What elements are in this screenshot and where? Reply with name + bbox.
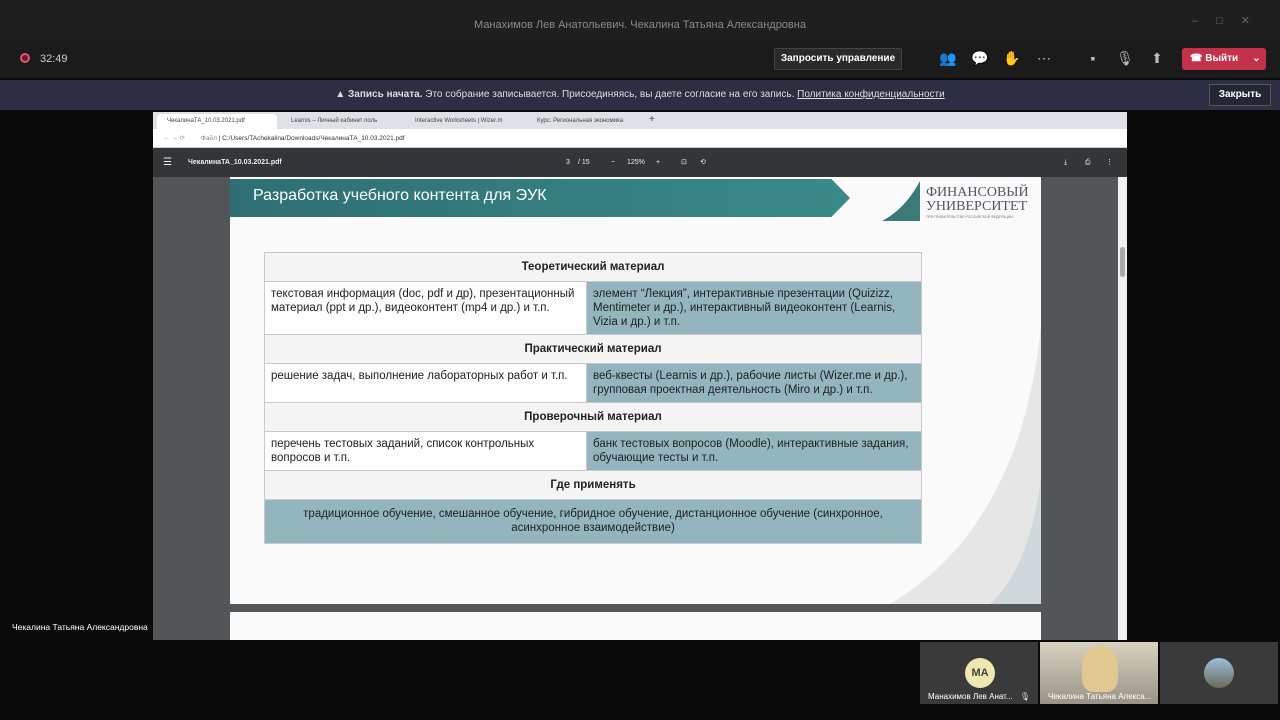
university-logo: ФИНАНСОВЫЙ УНИВЕРСИТЕТ ПРИ ПРАВИТЕЛЬСТВЕ… <box>880 179 1030 223</box>
new-tab-button[interactable]: + <box>649 114 655 125</box>
chat-icon[interactable]: 💬 <box>970 50 990 67</box>
pdf-page: Разработка учебного контента для ЭУК ФИН… <box>230 177 1041 604</box>
logo-mark-icon <box>882 181 920 221</box>
slide-title: Разработка учебного контента для ЭУК <box>253 187 547 204</box>
shared-browser-window: ЧекалинаТА_10.03.2021.pdf Learnis – Личн… <box>153 112 1127 640</box>
table-cell: перечень тестовых заданий, список контро… <box>264 431 587 471</box>
tab-wizer[interactable]: Interactive Worksheets | Wizer.m <box>405 114 525 129</box>
warning-icon: ▲ <box>335 89 349 100</box>
raise-hand-icon[interactable]: ✋ <box>1002 50 1022 67</box>
section-header: Практический материал <box>264 334 922 364</box>
more-options-icon[interactable]: ⋮ <box>1106 148 1113 177</box>
pdf-toolbar: ☰ ЧекалинаТА_10.03.2021.pdf 3 / 15 − 125… <box>153 148 1127 177</box>
recording-banner: ▲ Запись начата. Это собрание записывает… <box>0 80 1280 110</box>
window-title: Манахимов Лев Анатольевич. Чекалина Тать… <box>0 0 1280 40</box>
download-icon[interactable]: ⤓ <box>1064 148 1067 177</box>
chevron-down-icon[interactable]: ⌄ <box>1252 53 1260 64</box>
table-cell: решение задач, выполнение лабораторных р… <box>264 363 587 403</box>
scrollbar-thumb[interactable] <box>1120 247 1125 277</box>
share-icon[interactable]: ⬆ <box>1147 50 1167 67</box>
content-table: Теоретический материал текстовая информа… <box>264 252 922 544</box>
section-header: Где применять <box>264 470 922 500</box>
tab-pdf[interactable]: ЧекалинаТА_10.03.2021.pdf <box>157 114 277 129</box>
page-input[interactable]: 3 <box>566 148 570 177</box>
avatar: MA <box>965 658 995 688</box>
request-control-button[interactable]: Запросить управление <box>774 48 902 70</box>
pdf-filename: ЧекалинаТА_10.03.2021.pdf <box>188 159 282 166</box>
nav-icons[interactable]: ← → ⟳ <box>153 135 185 142</box>
next-pdf-page <box>230 612 1041 640</box>
presenter-name: Чекалина Татьяна Александровна <box>12 622 148 632</box>
section-header: Теоретический материал <box>264 252 922 282</box>
tab-course[interactable]: Курс: Региональная экономика <box>527 114 637 129</box>
window-controls[interactable]: –□✕ <box>1192 14 1268 27</box>
zoom-in-button[interactable]: + <box>656 148 660 177</box>
avatar <box>1204 658 1234 688</box>
leave-button[interactable]: ☎ Выйти ⌄ <box>1182 48 1266 70</box>
participant-video-tile[interactable]: Чекалина Татьяна Алекса... <box>1040 642 1158 704</box>
call-timer: 32:49 <box>40 53 68 65</box>
address-bar[interactable]: ← → ⟳ Файл | C:/Users/TAchekalina/Downlo… <box>153 129 1127 148</box>
recording-icon <box>20 53 30 63</box>
camera-off-icon[interactable]: ▪ <box>1083 50 1103 66</box>
video-person <box>1082 646 1118 692</box>
menu-icon[interactable]: ☰ <box>163 148 172 177</box>
decorative-swoosh <box>890 327 1041 604</box>
zoom-out-button[interactable]: − <box>611 148 615 177</box>
participant-tile[interactable] <box>1160 642 1278 704</box>
section-header: Проверочный материал <box>264 402 922 432</box>
tab-strip: ЧекалинаТА_10.03.2021.pdf Learnis – Личн… <box>153 112 1127 129</box>
phone-icon: ☎ <box>1190 53 1206 64</box>
privacy-link[interactable]: Политика конфиденциальности <box>797 89 945 100</box>
rotate-icon[interactable]: ⟲ <box>700 148 706 177</box>
close-banner-button[interactable]: Закрыть <box>1209 84 1271 106</box>
fit-page-icon[interactable]: ⊡ <box>681 148 687 177</box>
more-icon[interactable]: ⋯ <box>1034 50 1054 67</box>
zoom-input[interactable]: 125% <box>627 148 645 177</box>
print-icon[interactable]: ⎙ <box>1085 148 1091 177</box>
participants-icon[interactable]: 👥 <box>938 50 958 67</box>
table-cell: текстовая информация (doc, pdf и др), пр… <box>264 281 587 335</box>
participant-tile[interactable]: MA Манахимов Лев Анат... 🎙 <box>920 642 1038 704</box>
table-cell: традиционное обучение, смешанное обучени… <box>264 499 922 544</box>
mic-off-icon[interactable]: 🎙 <box>1115 50 1135 67</box>
tab-learnis[interactable]: Learnis – Личный кабинет поль <box>281 114 401 129</box>
mic-off-icon: 🎙 <box>1019 692 1030 701</box>
